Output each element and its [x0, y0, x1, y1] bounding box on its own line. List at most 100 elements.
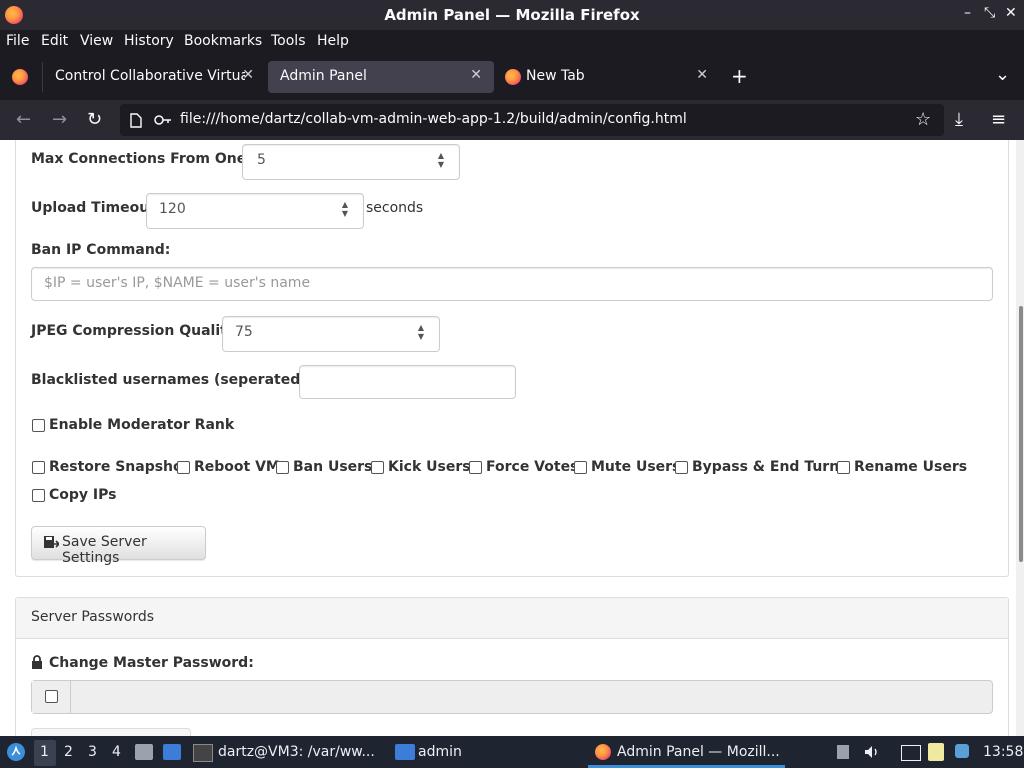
tab-close-icon[interactable]: ✕	[696, 67, 708, 83]
mute-users-checkbox[interactable]	[574, 461, 587, 474]
rename-users-label: Rename Users	[854, 459, 968, 475]
copy-ips-checkbox[interactable]	[32, 489, 45, 502]
kick-users-checkbox[interactable]	[371, 461, 384, 474]
jpeg-quality-input[interactable]: 75 ▲ ▼	[222, 316, 440, 352]
navigation-toolbar: ← → ↻ file:///home/dartz/collab-vm-admin…	[0, 100, 1024, 140]
change-master-password-checkbox[interactable]	[45, 690, 58, 703]
desktop-icon[interactable]	[163, 744, 181, 760]
passwords-save-button[interactable]	[31, 728, 191, 736]
workspace-1[interactable]: 1	[40, 744, 49, 760]
menu-edit[interactable]: Edit	[41, 33, 68, 49]
maximize-button[interactable]: ⤡	[984, 5, 995, 21]
server-passwords-panel: Server Passwords Change Master Password:	[15, 597, 1009, 736]
close-window-button[interactable]: ✕	[1005, 5, 1017, 21]
enable-moderator-checkbox[interactable]	[32, 419, 45, 432]
taskbar-firefox[interactable]: Admin Panel — Mozill...	[617, 744, 780, 760]
taskbar-terminal[interactable]: dartz@VM3: /var/ww...	[218, 744, 375, 760]
tab-new-tab[interactable]: New Tab ✕	[496, 61, 718, 93]
page-content: Max Connections From One IP: 5 ▲ ▼ Upload…	[0, 140, 1016, 736]
ban-users-checkbox[interactable]	[276, 461, 289, 474]
panel-heading: Server Passwords	[16, 598, 1008, 639]
desktop-taskbar: 1 2 3 4 dartz@VM3: /var/ww... admin Admi…	[0, 736, 1024, 768]
back-button[interactable]: ←	[16, 109, 31, 130]
window-title: Admin Panel — Mozilla Firefox	[384, 6, 640, 24]
tab-label: Control Collaborative Virtual	[55, 68, 245, 84]
ban-ip-placeholder: $IP = user's IP, $NAME = user's name	[44, 275, 311, 291]
upload-timeout-input[interactable]: 120 ▲ ▼	[146, 193, 364, 229]
workspace-4[interactable]: 4	[112, 744, 121, 760]
tab-admin-panel[interactable]: Admin Panel ✕	[268, 61, 494, 93]
force-votes-checkbox[interactable]	[469, 461, 482, 474]
upload-timeout-unit: seconds	[366, 200, 424, 216]
workspace-3[interactable]: 3	[88, 744, 97, 760]
ban-users-label: Ban Users	[293, 459, 373, 475]
new-tab-button[interactable]: +	[731, 64, 748, 88]
max-connections-value: 5	[257, 152, 266, 168]
folder-icon	[395, 744, 415, 760]
upload-timeout-label: Upload Timeout:	[31, 200, 162, 216]
start-menu-icon[interactable]	[6, 742, 26, 762]
menu-file[interactable]: File	[6, 33, 29, 49]
number-spinner-icon[interactable]: ▲ ▼	[415, 323, 427, 341]
menu-history[interactable]: History	[124, 33, 174, 49]
app-menu-icon[interactable]: ≡	[991, 109, 1006, 130]
bypass-end-turns-label: Bypass & End Turns	[692, 459, 848, 475]
master-password-input-group	[31, 680, 993, 714]
taskbar-clock: 13:58	[983, 744, 1024, 760]
number-spinner-icon[interactable]: ▲ ▼	[339, 200, 351, 218]
minimize-button[interactable]: –	[964, 5, 971, 21]
volume-icon[interactable]	[864, 745, 880, 759]
list-all-tabs-icon[interactable]: ⌄	[995, 64, 1010, 85]
save-server-settings-button[interactable]: Save Server Settings	[31, 526, 206, 566]
network-tray-icon[interactable]	[901, 745, 921, 761]
mute-users-label: Mute Users	[591, 459, 681, 475]
menu-view[interactable]: View	[80, 33, 113, 49]
firefox-view-icon[interactable]	[12, 69, 28, 85]
max-connections-label: Max Connections From One IP:	[31, 151, 273, 167]
reboot-vm-label: Reboot VM	[194, 459, 280, 475]
jpeg-quality-label: JPEG Compression Quality:	[31, 323, 242, 339]
menu-bookmarks[interactable]: Bookmarks	[184, 33, 262, 49]
bypass-end-turns-checkbox[interactable]	[675, 461, 688, 474]
scrollbar-thumb[interactable]	[1019, 306, 1023, 562]
enable-moderator-label: Enable Moderator Rank	[49, 417, 235, 433]
restore-snapshot-checkbox[interactable]	[32, 461, 45, 474]
number-spinner-icon[interactable]: ▲ ▼	[435, 151, 447, 169]
key-icon[interactable]	[154, 114, 172, 126]
tab-control-collaborative[interactable]: Control Collaborative Virtual ✕	[44, 61, 264, 93]
jpeg-quality-value: 75	[235, 324, 253, 340]
restore-snapshot-label: Restore Snapshot	[49, 459, 190, 475]
save-icon	[44, 536, 59, 548]
downloads-icon[interactable]: ⤓	[955, 109, 963, 130]
ban-ip-label: Ban IP Command:	[31, 242, 171, 258]
max-connections-input[interactable]: 5 ▲ ▼	[242, 144, 460, 180]
tab-close-icon[interactable]: ✕	[242, 67, 254, 83]
notes-tray-icon[interactable]	[928, 743, 944, 761]
taskbar-folder[interactable]: admin	[418, 744, 462, 760]
clipboard-tray-icon[interactable]	[837, 745, 849, 759]
change-master-password-label: Change Master Password:	[49, 655, 254, 671]
tab-divider	[42, 62, 43, 92]
menu-tools[interactable]: Tools	[271, 33, 306, 49]
save-button-label: Save Server Settings	[62, 534, 147, 566]
input-group-addon	[32, 681, 71, 713]
ban-ip-command-input[interactable]: $IP = user's IP, $NAME = user's name	[31, 267, 993, 301]
tab-label: Admin Panel	[280, 68, 367, 84]
bookmark-star-icon[interactable]: ☆	[915, 109, 931, 130]
forward-button[interactable]: →	[52, 109, 67, 130]
menu-help[interactable]: Help	[317, 33, 349, 49]
update-tray-icon[interactable]	[955, 744, 969, 758]
url-bar[interactable]: file:///home/dartz/collab-vm-admin-web-a…	[120, 104, 944, 136]
reboot-vm-checkbox[interactable]	[177, 461, 190, 474]
reload-button[interactable]: ↻	[87, 109, 102, 130]
kick-users-label: Kick Users	[388, 459, 471, 475]
tab-close-icon[interactable]: ✕	[470, 67, 482, 83]
file-manager-icon[interactable]	[135, 744, 153, 760]
url-text[interactable]: file:///home/dartz/collab-vm-admin-web-a…	[180, 111, 687, 127]
tab-strip: Control Collaborative Virtual ✕ Admin Pa…	[0, 54, 1024, 100]
workspace-2[interactable]: 2	[64, 744, 73, 760]
terminal-icon	[193, 744, 213, 762]
blacklist-input[interactable]	[299, 365, 516, 399]
firefox-task-icon	[595, 744, 611, 760]
rename-users-checkbox[interactable]	[837, 461, 850, 474]
